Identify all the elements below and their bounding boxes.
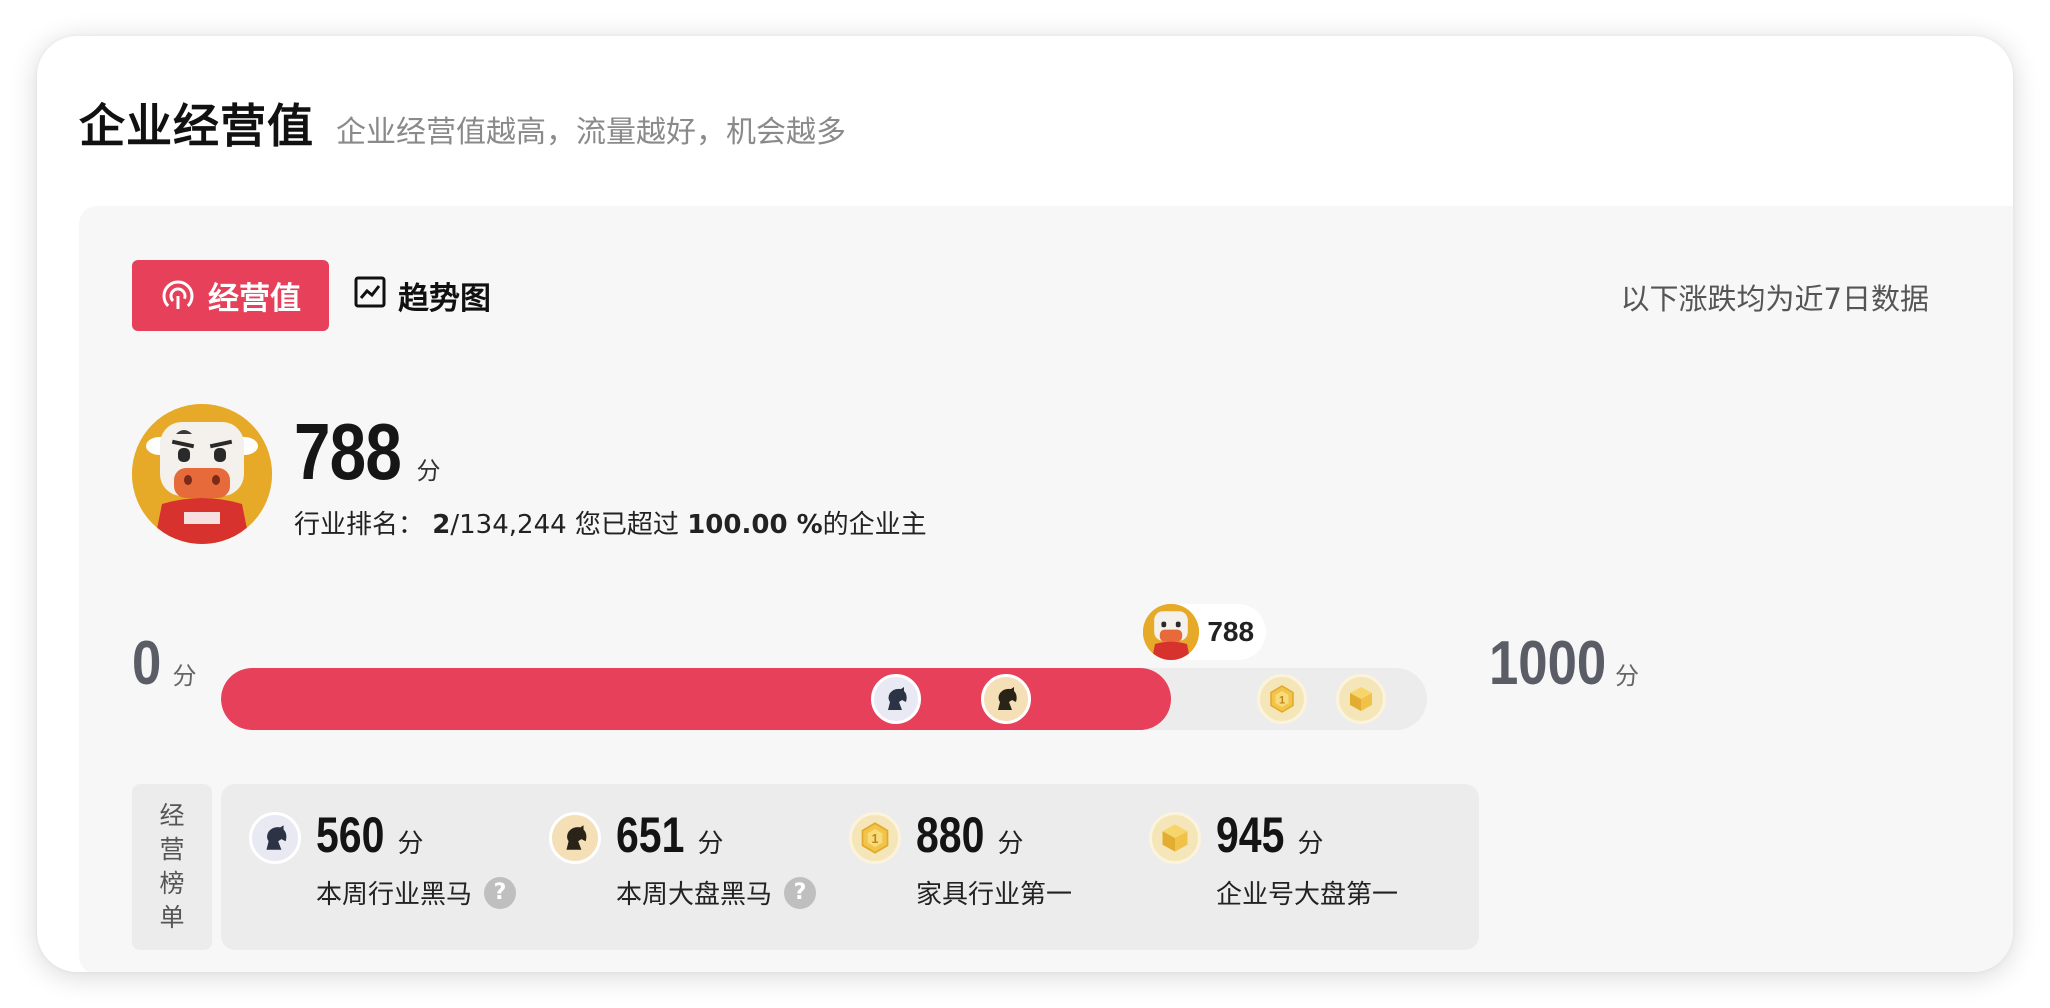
- card-header: 企业经营值 企业经营值越高，流量越好，机会越多: [79, 90, 846, 156]
- leaderboard-label: 经 营 榜 单: [132, 784, 212, 950]
- business-value-card: 企业经营值 企业经营值越高，流量越好，机会越多 经营值 趋势图 以下涨跌均为近7…: [37, 36, 2013, 972]
- dark-horse-icon: [249, 812, 301, 864]
- leaderboard-score: 945 分: [1216, 806, 1323, 864]
- value-panel: 经营值 趋势图 以下涨跌均为近7日数据 788 分 行业排名： 2/134,24…: [79, 206, 2013, 972]
- leaderboard-score-unit: 分: [697, 829, 724, 859]
- gauge-icon: [160, 278, 196, 314]
- leaderboard-score-unit: 分: [1297, 829, 1324, 859]
- progress-max-unit: 分: [1614, 662, 1639, 690]
- leaderboard-score-unit: 分: [997, 829, 1024, 859]
- exceed-prefix: 您已超过: [574, 510, 679, 540]
- leaderboard-item-overall-first[interactable]: 945 分 企业号大盘第一: [1121, 784, 1479, 950]
- tab-trend-chart-label: 趋势图: [398, 281, 491, 317]
- progress-max-value: 1000: [1489, 629, 1607, 698]
- gold-cube-icon: [1149, 812, 1201, 864]
- progress-min-value: 0: [132, 629, 162, 698]
- leaderboard-item-name: 本周大盘黑马 ?: [616, 874, 817, 911]
- score-value: 788: [294, 407, 402, 496]
- help-icon[interactable]: ?: [784, 876, 817, 909]
- medal-one-icon: 1: [849, 812, 901, 864]
- leaderboard-score: 651 分: [616, 806, 723, 864]
- rank-position: 2: [432, 510, 451, 540]
- leaderboard-score-value: 560: [316, 807, 385, 863]
- score-display: 788 分: [294, 406, 440, 498]
- leaderboard-score-unit: 分: [397, 829, 424, 859]
- avatar: [132, 404, 272, 544]
- svg-text:1: 1: [872, 832, 879, 846]
- leaderboard-item-name: 本周行业黑马 ?: [316, 874, 517, 911]
- data-period-note: 以下涨跌均为近7日数据: [1620, 282, 1929, 316]
- leaderboard-score-value: 945: [1216, 807, 1285, 863]
- progress-min-unit: 分: [172, 662, 197, 690]
- industry-rank: 行业排名： 2/134,244 您已超过 100.00 %的企业主: [294, 504, 927, 541]
- leaderboard-label-char: 榜: [159, 869, 185, 898]
- leaderboard-label-char: 经: [159, 801, 185, 830]
- tab-business-value[interactable]: 经营值: [132, 260, 329, 331]
- rank-total: /134,244: [450, 510, 567, 540]
- gold-horse-icon[interactable]: [981, 674, 1032, 724]
- rank-label: 行业排名：: [294, 510, 425, 540]
- help-icon[interactable]: ?: [484, 876, 517, 909]
- trend-chart-icon: [354, 276, 386, 316]
- leaderboard-score-value: 880: [916, 807, 985, 863]
- exceed-percent: 100.00 %: [687, 510, 823, 540]
- gold-cube-icon[interactable]: [1335, 674, 1386, 724]
- leaderboard-score-value: 651: [616, 807, 685, 863]
- card-subtitle: 企业经营值越高，流量越好，机会越多: [336, 115, 846, 150]
- exceed-suffix: 的企业主: [822, 510, 927, 540]
- progress-min: 0 分: [132, 628, 196, 699]
- current-score-pointer: 788: [1143, 604, 1267, 660]
- score-unit: 分: [416, 457, 441, 485]
- gold-horse-icon: [549, 812, 601, 864]
- leaderboard-item-name: 家具行业第一: [916, 874, 1072, 911]
- medal-one-icon[interactable]: 1: [1257, 674, 1308, 724]
- leaderboard-item-label: 家具行业第一: [916, 880, 1073, 910]
- progress-track: 1: [221, 668, 1427, 730]
- leaderboard-score: 560 分: [316, 806, 423, 864]
- svg-text:1: 1: [1279, 695, 1285, 707]
- leaderboard-label-char: 单: [159, 903, 185, 932]
- leaderboard-item-label: 本周大盘黑马: [616, 880, 773, 910]
- leaderboard-item-label: 企业号大盘第一: [1216, 880, 1399, 910]
- leaderboard-label-char: 营: [159, 835, 185, 864]
- leaderboard-score: 880 分: [916, 806, 1023, 864]
- leaderboard-item-label: 本周行业黑马: [316, 880, 473, 910]
- pointer-avatar: [1143, 604, 1200, 660]
- tab-trend-chart[interactable]: 趋势图: [354, 260, 491, 331]
- card-title: 企业经营值: [79, 99, 314, 153]
- tab-business-value-label: 经营值: [208, 281, 301, 317]
- leaderboard-item-name: 企业号大盘第一: [1216, 874, 1398, 911]
- pointer-value: 788: [1207, 616, 1255, 647]
- progress-max: 1000 分: [1489, 628, 1639, 699]
